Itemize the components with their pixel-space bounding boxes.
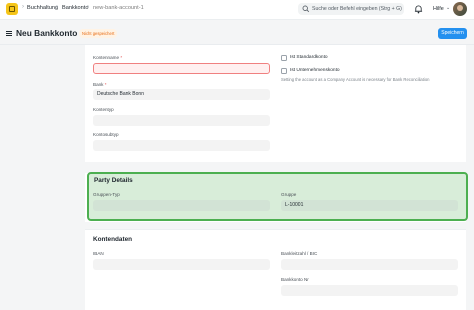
avatar[interactable] bbox=[453, 2, 467, 16]
breadcrumb-current: new-bank-account-1 bbox=[93, 5, 144, 11]
bankkonto-nr-label: Bankkonto Nr bbox=[281, 277, 309, 282]
help-menu[interactable]: Hilfe bbox=[433, 6, 444, 12]
kontentyp-field[interactable] bbox=[93, 115, 270, 126]
breadcrumb-bankkonto[interactable]: Bankkonto bbox=[62, 5, 88, 11]
bank-field[interactable]: Deutsche Bank Bonn bbox=[93, 89, 270, 100]
breadcrumb-buchhaltung[interactable]: Buchhaltung bbox=[27, 5, 58, 11]
kontosubtyp-field[interactable] bbox=[93, 140, 270, 151]
is-default-label: Ist Standardkonto bbox=[290, 55, 328, 60]
iban-field[interactable] bbox=[93, 259, 270, 270]
kontentyp-label: Kontentyp bbox=[93, 107, 114, 112]
search-icon bbox=[302, 5, 310, 13]
kontenname-field[interactable] bbox=[93, 63, 270, 74]
bankleitzahl-field[interactable] bbox=[281, 259, 458, 270]
gruppe-label: Gruppe bbox=[281, 192, 297, 197]
chevron-down-icon[interactable]: ⌄ bbox=[446, 5, 450, 11]
status-badge: Nicht gespeichert bbox=[79, 29, 118, 38]
app-logo-icon[interactable] bbox=[6, 3, 18, 15]
party-details-title: Party Details bbox=[94, 177, 133, 184]
breadcrumb-separator-icon: › bbox=[56, 4, 58, 10]
party-details-highlight bbox=[87, 172, 468, 221]
gruppen-typ-field[interactable] bbox=[93, 200, 270, 211]
is-company-checkbox[interactable] bbox=[281, 68, 287, 74]
top-navbar: › Buchhaltung › Bankkonto › new-bank-acc… bbox=[0, 0, 474, 20]
bankleitzahl-label: Bankleitzahl / BIC bbox=[281, 251, 318, 256]
breadcrumb-separator-icon: › bbox=[22, 4, 24, 10]
bank-label: Bank * bbox=[93, 82, 107, 87]
search-placeholder: Suche oder Befehl eingeben (Strg + G) bbox=[312, 6, 402, 12]
save-button[interactable]: Speichern bbox=[438, 28, 467, 39]
is-default-checkbox[interactable] bbox=[281, 55, 287, 61]
is-company-label: Ist Unternehmenskonto bbox=[290, 68, 340, 73]
iban-label: IBAN bbox=[93, 251, 104, 256]
notification-bell-icon[interactable] bbox=[414, 4, 423, 14]
search-bar[interactable]: Suche oder Befehl eingeben (Strg + G) bbox=[298, 3, 404, 15]
sidebar-toggle-icon[interactable] bbox=[6, 31, 12, 36]
gruppe-field[interactable]: L-10001 bbox=[281, 200, 458, 211]
bankkonto-nr-field[interactable] bbox=[281, 285, 458, 296]
gruppen-typ-label: Gruppen-Typ bbox=[93, 192, 120, 197]
page-title: Neu Bankkonto bbox=[16, 28, 78, 38]
company-account-hint: Setting the account as a Company Account… bbox=[281, 77, 430, 82]
kontosubtyp-label: Kontosubtyp bbox=[93, 132, 119, 137]
kontendaten-title: Kontendaten bbox=[93, 236, 133, 243]
kontenname-label: Kontenname * bbox=[93, 55, 123, 60]
breadcrumb-separator-icon: › bbox=[87, 4, 89, 10]
